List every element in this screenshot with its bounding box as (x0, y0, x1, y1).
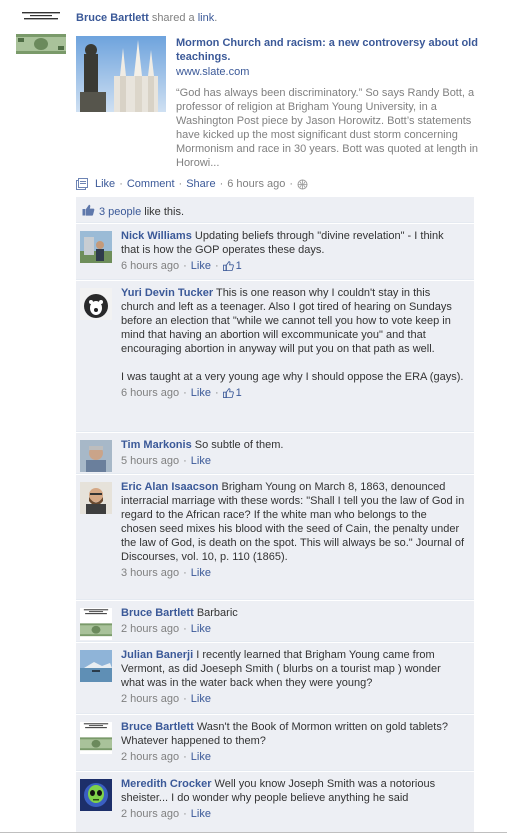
comment-item: Tim Markonis So subtle of them. 5 hours … (76, 433, 474, 474)
comment-likes-count[interactable]: 1 (236, 386, 242, 400)
comment-like-link[interactable]: Like (191, 750, 211, 764)
meta-separator: · (183, 808, 187, 820)
meta-separator: · (214, 260, 219, 272)
comment-timestamp[interactable]: 6 hours ago (121, 386, 179, 400)
comment-like-link[interactable]: Like (191, 807, 211, 821)
comment-item: Yuri Devin Tucker This is one reason why… (76, 281, 474, 432)
story-timestamp[interactable]: 6 hours ago (227, 176, 285, 192)
comment-author-link[interactable]: Tim Markonis (121, 439, 192, 451)
avatar[interactable] (80, 608, 112, 640)
meta-separator: · (183, 751, 187, 763)
comment-author-link[interactable]: Yuri Devin Tucker (121, 287, 213, 299)
meta-separator: · (183, 455, 187, 467)
share-post-icon (76, 178, 90, 190)
comment-author-link[interactable]: Bruce Bartlett (121, 607, 194, 619)
comment-item: Eric Alan Isaacson Brigham Young on Marc… (76, 475, 474, 600)
comment-author-link[interactable]: Bruce Bartlett (121, 721, 194, 733)
avatar[interactable] (80, 231, 112, 263)
avatar[interactable] (80, 650, 112, 682)
likes-summary: 3 people like this. (76, 197, 474, 223)
comment-text: So subtle of them. (194, 439, 284, 451)
globe-icon[interactable] (297, 179, 308, 190)
comment-timestamp[interactable]: 6 hours ago (121, 259, 179, 273)
attachment-thumbnail[interactable] (76, 36, 166, 112)
avatar[interactable] (80, 288, 112, 320)
attachment-source-link[interactable]: www.slate.com (176, 65, 494, 79)
comment-author-link[interactable]: Eric Alan Isaacson (121, 481, 218, 493)
comment-like-link[interactable]: Like (191, 622, 211, 636)
comment-item: Bruce Bartlett Wasn't the Book of Mormon… (76, 715, 474, 771)
meta-separator: · (183, 567, 187, 579)
comment-like-link[interactable]: Like (191, 386, 211, 400)
story-link-word[interactable]: link (198, 12, 215, 24)
thumbs-up-icon[interactable] (222, 388, 234, 398)
attachment-title-link[interactable]: Mormon Church and racism: a new controve… (176, 36, 494, 64)
story-actions: Like · Comment · Share · 6 hours ago · (76, 176, 308, 192)
meta-separator: · (214, 387, 219, 399)
comment-text-paragraph: I was taught at a very young age why I s… (121, 371, 464, 383)
avatar[interactable] (80, 779, 112, 811)
comment-like-link[interactable]: Like (191, 259, 211, 273)
comment-item: Meredith Crocker Well you know Joseph Sm… (76, 772, 474, 833)
comment-timestamp[interactable]: 2 hours ago (121, 692, 179, 706)
likes-suffix: like this. (144, 206, 185, 218)
thumbs-up-icon (82, 204, 95, 220)
comment-timestamp[interactable]: 3 hours ago (121, 566, 179, 580)
meta-separator: · (183, 623, 187, 635)
link-attachment[interactable]: Mormon Church and racism: a new controve… (76, 36, 496, 169)
meta-separator: · (183, 387, 187, 399)
share-action-link[interactable]: Share (186, 176, 215, 192)
comment-author-link[interactable]: Nick Williams (121, 230, 192, 242)
comment-item: Nick Williams Updating beliefs through "… (76, 224, 474, 280)
comment-text: Barbaric (196, 607, 238, 619)
avatar[interactable] (80, 482, 112, 514)
action-separator: · (119, 178, 123, 190)
like-action-link[interactable]: Like (95, 176, 115, 192)
comment-author-link[interactable]: Meredith Crocker (121, 778, 211, 790)
comment-likes-count[interactable]: 1 (236, 259, 242, 273)
action-separator: · (219, 178, 224, 190)
avatar[interactable] (80, 722, 112, 754)
comment-text: Brigham Young on March 8, 1863, denounce… (121, 481, 465, 563)
comment-author-link[interactable]: Julian Banerji (121, 649, 193, 661)
likes-count-link[interactable]: 3 people (99, 205, 141, 219)
comment-like-link[interactable]: Like (191, 566, 211, 580)
story-shared-text: shared a (151, 12, 195, 24)
comment-like-link[interactable]: Like (191, 692, 211, 706)
thumbs-up-icon[interactable] (222, 261, 234, 271)
comment-item: Bruce Bartlett Barbaric 2 hours ago · Li… (76, 601, 474, 642)
meta-separator: · (183, 693, 187, 705)
story-author-link[interactable]: Bruce Bartlett (76, 12, 149, 24)
comment-action-link[interactable]: Comment (127, 176, 175, 192)
action-separator: · (178, 178, 183, 190)
comment-item: Julian Banerji I recently learned that B… (76, 643, 474, 714)
story-header: Bruce Bartlett shared a link. (76, 10, 496, 26)
comment-timestamp[interactable]: 5 hours ago (121, 454, 179, 468)
comment-timestamp[interactable]: 2 hours ago (121, 750, 179, 764)
story-period: . (214, 12, 218, 24)
avatar[interactable] (80, 440, 112, 472)
comment-timestamp[interactable]: 2 hours ago (121, 807, 179, 821)
feedback-section: 3 people like this. (76, 197, 474, 223)
comment-like-link[interactable]: Like (191, 454, 211, 468)
action-separator: · (289, 178, 294, 190)
attachment-description: “God has always been discriminatory.” So… (176, 87, 479, 169)
meta-separator: · (183, 260, 187, 272)
poster-avatar[interactable] (16, 10, 66, 60)
comment-timestamp[interactable]: 2 hours ago (121, 622, 179, 636)
